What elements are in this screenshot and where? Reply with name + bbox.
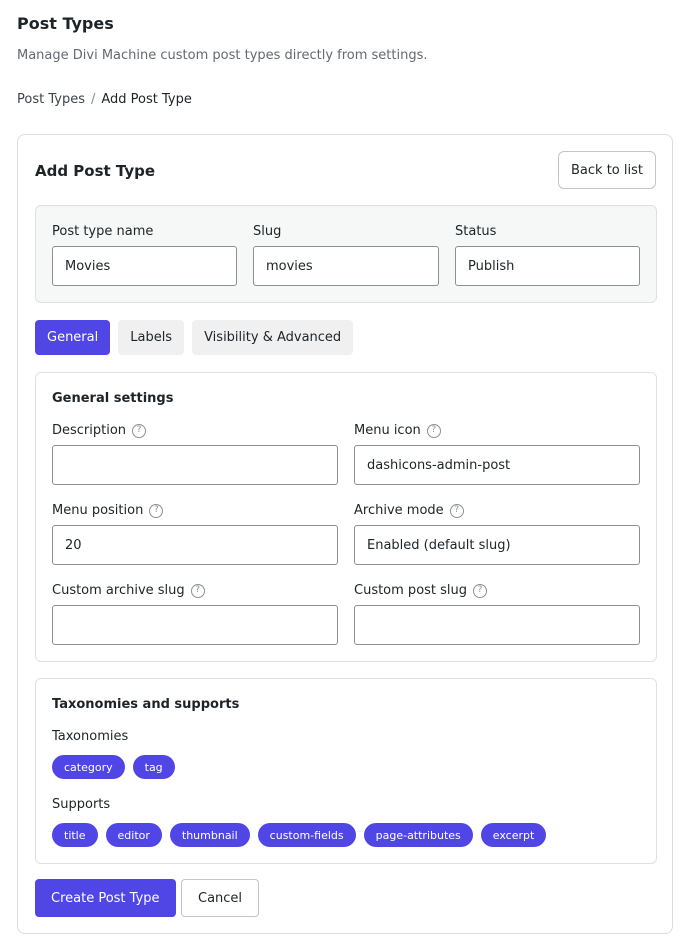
slug-input[interactable] [253, 246, 439, 286]
basic-fields-panel: Post type name Slug Status [35, 205, 657, 303]
page-subtitle: Manage Divi Machine custom post types di… [17, 48, 428, 63]
tab-bar: General Labels Visibility & Advanced [35, 320, 354, 355]
taxonomy-chip-tag[interactable]: tag [132, 755, 175, 779]
support-chip-custom-fields[interactable]: custom-fields [257, 823, 356, 847]
archive-mode-select[interactable] [354, 525, 640, 565]
custom-archive-slug-label-text: Custom archive slug [52, 583, 185, 598]
support-chip-thumbnail[interactable]: thumbnail [169, 823, 250, 847]
description-label: Description ? [52, 423, 147, 438]
menu-position-label: Menu position ? [52, 503, 164, 518]
menu-icon-label-text: Menu icon [354, 423, 421, 438]
status-label: Status [455, 224, 497, 239]
card-title: Add Post Type [35, 162, 156, 180]
custom-archive-slug-input[interactable] [52, 605, 338, 645]
menu-icon-label: Menu icon ? [354, 423, 441, 438]
help-icon[interactable]: ? [149, 503, 164, 518]
taxonomies-supports-title: Taxonomies and supports [52, 697, 240, 712]
taxonomies-chip-list: category tag [52, 755, 175, 779]
menu-icon-input[interactable] [354, 445, 640, 485]
add-post-type-card: Add Post Type Back to list Post type nam… [17, 134, 673, 934]
create-post-type-button[interactable]: Create Post Type [35, 879, 176, 917]
help-icon[interactable]: ? [426, 423, 441, 438]
description-input[interactable] [52, 445, 338, 485]
general-settings-title: General settings [52, 391, 174, 406]
support-chip-title[interactable]: title [52, 823, 98, 847]
back-to-list-button[interactable]: Back to list [558, 151, 656, 189]
post-type-name-label: Post type name [52, 224, 154, 239]
tab-labels[interactable]: Labels [118, 320, 185, 355]
breadcrumb-post-types-link[interactable]: Post Types [17, 92, 85, 107]
description-label-text: Description [52, 423, 127, 438]
menu-position-input[interactable] [52, 525, 338, 565]
help-icon[interactable]: ? [449, 503, 464, 518]
archive-mode-label: Archive mode ? [354, 503, 464, 518]
help-icon[interactable]: ? [132, 423, 147, 438]
taxonomies-supports-section: Taxonomies and supports Taxonomies categ… [35, 678, 657, 864]
tab-general[interactable]: General [35, 320, 111, 355]
breadcrumb-current: Add Post Type [101, 92, 192, 107]
support-chip-excerpt[interactable]: excerpt [480, 823, 547, 847]
supports-chip-list: title editor thumbnail custom-fields pag… [52, 823, 547, 847]
supports-label: Supports [52, 797, 111, 812]
archive-mode-label-text: Archive mode [354, 503, 444, 518]
help-icon[interactable]: ? [473, 583, 488, 598]
tab-visibility-advanced[interactable]: Visibility & Advanced [192, 320, 354, 355]
general-settings-section: General settings Description ? Menu icon… [35, 372, 657, 662]
taxonomy-chip-category[interactable]: category [52, 755, 125, 779]
custom-archive-slug-label: Custom archive slug ? [52, 583, 205, 598]
taxonomies-label: Taxonomies [52, 729, 129, 744]
custom-post-slug-label: Custom post slug ? [354, 583, 488, 598]
slug-label: Slug [253, 224, 282, 239]
custom-post-slug-input[interactable] [354, 605, 640, 645]
custom-post-slug-label-text: Custom post slug [354, 583, 468, 598]
post-type-name-input[interactable] [52, 246, 237, 286]
menu-position-label-text: Menu position [52, 503, 144, 518]
breadcrumb: Post Types / Add Post Type [17, 92, 192, 107]
help-icon[interactable]: ? [190, 583, 205, 598]
status-select[interactable] [455, 246, 640, 286]
page-title: Post Types [17, 14, 114, 33]
cancel-button[interactable]: Cancel [181, 879, 260, 917]
support-chip-page-attributes[interactable]: page-attributes [363, 823, 473, 847]
breadcrumb-separator: / [90, 92, 96, 107]
support-chip-editor[interactable]: editor [105, 823, 162, 847]
